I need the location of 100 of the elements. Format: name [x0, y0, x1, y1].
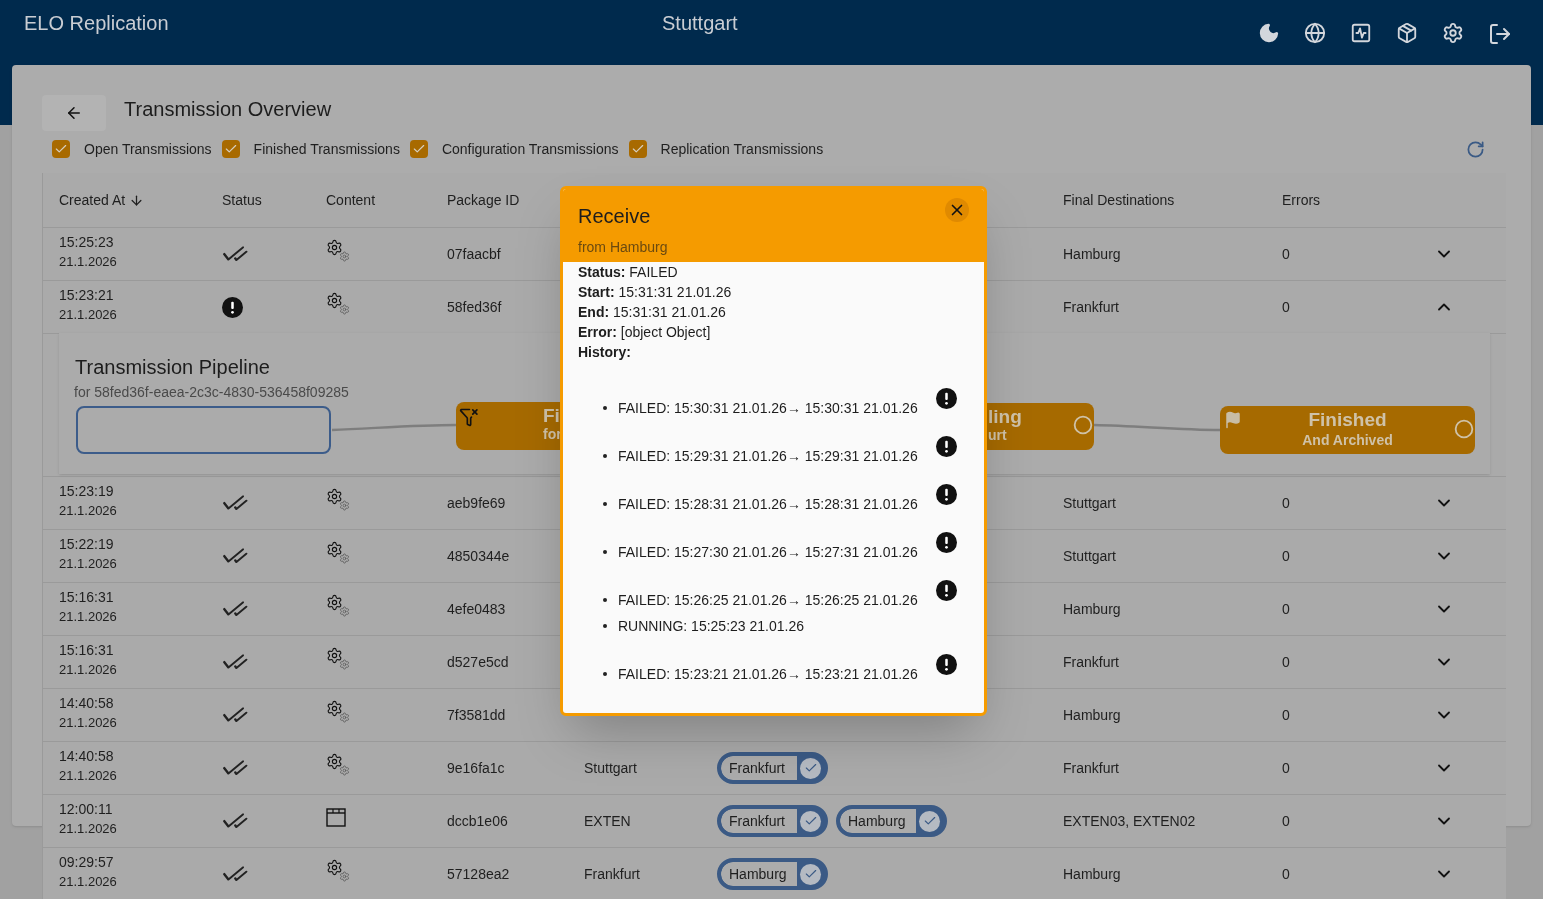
- column-header[interactable]: Package ID: [447, 189, 520, 211]
- filter-checkbox[interactable]: [409, 140, 428, 158]
- error-count: 0: [1282, 652, 1291, 672]
- created-date: 21.1.2026: [59, 306, 118, 324]
- created-time: 12:00:11: [59, 800, 114, 819]
- created-time: 09:29:57: [59, 853, 115, 872]
- history-entry: FAILED: 15:27:30 21.01.26→ 15:27:31 21.01.26: [618, 543, 918, 562]
- alert-icon: [936, 654, 957, 675]
- package-icon[interactable]: [1396, 22, 1418, 44]
- logout-icon[interactable]: [1488, 22, 1512, 46]
- filter-label[interactable]: Configuration Transmissions: [441, 138, 619, 160]
- activity-icon[interactable]: [1350, 22, 1372, 44]
- source-name: Stuttgart: [584, 759, 637, 776]
- created-time: 14:40:58: [59, 747, 115, 766]
- pipeline-node[interactable]: [76, 406, 331, 454]
- refresh-icon[interactable]: [1466, 139, 1485, 159]
- source-name: EXTEN: [584, 812, 631, 829]
- created-time: 15:16:31: [59, 641, 115, 660]
- error-count: 0: [1282, 546, 1291, 566]
- close-button[interactable]: [945, 198, 969, 222]
- moon-icon[interactable]: [1258, 22, 1280, 44]
- filter-checkbox[interactable]: [221, 140, 240, 158]
- history-entry: FAILED: 15:30:31 21.01.26→ 15:30:31 21.01.26: [618, 399, 918, 418]
- destination-tag: Frankfurt: [717, 752, 828, 784]
- gears-icon: [326, 699, 350, 723]
- gears-icon: [326, 646, 350, 670]
- page-title: Transmission Overview: [124, 97, 332, 122]
- history-entry: FAILED: 15:29:31 21.01.26→ 15:29:31 21.01.26: [618, 447, 918, 466]
- final-destinations: Frankfurt: [1063, 652, 1120, 672]
- alert-icon: [936, 580, 957, 601]
- gears-icon: [326, 291, 350, 315]
- pipeline-subtitle: for 58fed36f-eaea-2c3c-4830-536458f09285: [74, 383, 349, 402]
- created-date: 21.1.2026: [59, 714, 118, 732]
- created-date: 21.1.2026: [59, 767, 118, 785]
- alert-icon: [936, 436, 957, 457]
- filter-icon: [459, 407, 479, 427]
- created-date: 21.1.2026: [59, 608, 118, 626]
- arrow-down-icon: [129, 192, 145, 208]
- created-date: 21.1.2026: [59, 253, 118, 271]
- error-count: 0: [1282, 864, 1291, 884]
- column-header[interactable]: Created At: [59, 189, 145, 211]
- pipeline-title: Transmission Pipeline: [75, 355, 270, 380]
- column-header[interactable]: Errors: [1282, 189, 1321, 211]
- package-id: 57128ea2: [447, 864, 511, 884]
- gears-icon: [326, 752, 350, 776]
- error-count: 0: [1282, 244, 1291, 264]
- history-entry: FAILED: 15:26:25 21.01.26→ 15:26:25 21.01.26: [618, 591, 918, 610]
- created-date: 21.1.2026: [59, 555, 118, 573]
- settings-icon[interactable]: [1442, 22, 1464, 44]
- history-entry: FAILED: 15:28:31 21.01.26→ 15:28:31 21.01.26: [618, 495, 918, 514]
- final-destinations: Hamburg: [1063, 705, 1122, 725]
- package-id: d527e5cd: [447, 652, 510, 672]
- destination-tag: Hamburg: [717, 858, 828, 890]
- column-header[interactable]: Content: [326, 189, 376, 211]
- destination-tag: Frankfurt: [717, 805, 828, 837]
- package-id: aeb9fe69: [447, 493, 507, 513]
- error-count: 0: [1282, 705, 1291, 725]
- circle-icon: [1454, 419, 1474, 439]
- filter-label[interactable]: Replication Transmissions: [660, 138, 824, 160]
- alert-icon: [936, 388, 957, 409]
- package-id: dccb1e06: [447, 811, 509, 831]
- flag-icon: [1224, 411, 1242, 429]
- error-count: 0: [1282, 297, 1291, 317]
- final-destinations: Frankfurt: [1063, 297, 1120, 317]
- column-header[interactable]: Final Destinations: [1063, 189, 1175, 211]
- gears-icon: [326, 540, 350, 564]
- filter-label[interactable]: Finished Transmissions: [253, 138, 400, 160]
- package-id: 4850344e: [447, 546, 511, 566]
- created-date: 21.1.2026: [59, 820, 118, 838]
- dialog-field: End: 15:31:31 21.01.26: [578, 302, 969, 322]
- history-label: History:: [578, 343, 632, 362]
- created-date: 21.1.2026: [59, 502, 118, 520]
- globe-icon[interactable]: [1304, 22, 1326, 44]
- created-time: 14:40:58: [59, 694, 115, 713]
- location-title: Stuttgart: [662, 11, 738, 36]
- alert-icon: [936, 532, 957, 553]
- created-time: 15:23:21: [59, 286, 115, 305]
- dialog-field: Error: [object Object]: [578, 322, 969, 342]
- gears-icon: [326, 238, 350, 262]
- created-date: 21.1.2026: [59, 661, 118, 679]
- created-date: 21.1.2026: [59, 873, 118, 891]
- final-destinations: Hamburg: [1063, 244, 1122, 264]
- alert-icon: [222, 296, 243, 318]
- error-count: 0: [1282, 811, 1291, 831]
- filter-label[interactable]: Open Transmissions: [84, 138, 212, 160]
- tick-icon: [630, 142, 645, 156]
- package-id: 4efe0483: [447, 599, 507, 619]
- filter-checkbox[interactable]: [52, 140, 70, 158]
- dialog-field: Start: 15:31:31 21.01.26: [578, 282, 969, 302]
- alert-icon: [936, 484, 957, 505]
- error-count: 0: [1282, 493, 1291, 513]
- source-name: Frankfurt: [584, 865, 640, 882]
- filter-checkbox[interactable]: [628, 140, 647, 158]
- column-header[interactable]: Status: [222, 189, 262, 211]
- dialog-field: Status: FAILED: [578, 262, 969, 282]
- tick-icon: [223, 142, 238, 156]
- final-destinations: Hamburg: [1063, 599, 1122, 619]
- dialog-subtitle: from Hamburg: [578, 238, 668, 257]
- error-count: 0: [1282, 758, 1291, 778]
- history-entry: FAILED: 15:23:21 21.01.26→ 15:23:21 21.01.26: [618, 665, 918, 684]
